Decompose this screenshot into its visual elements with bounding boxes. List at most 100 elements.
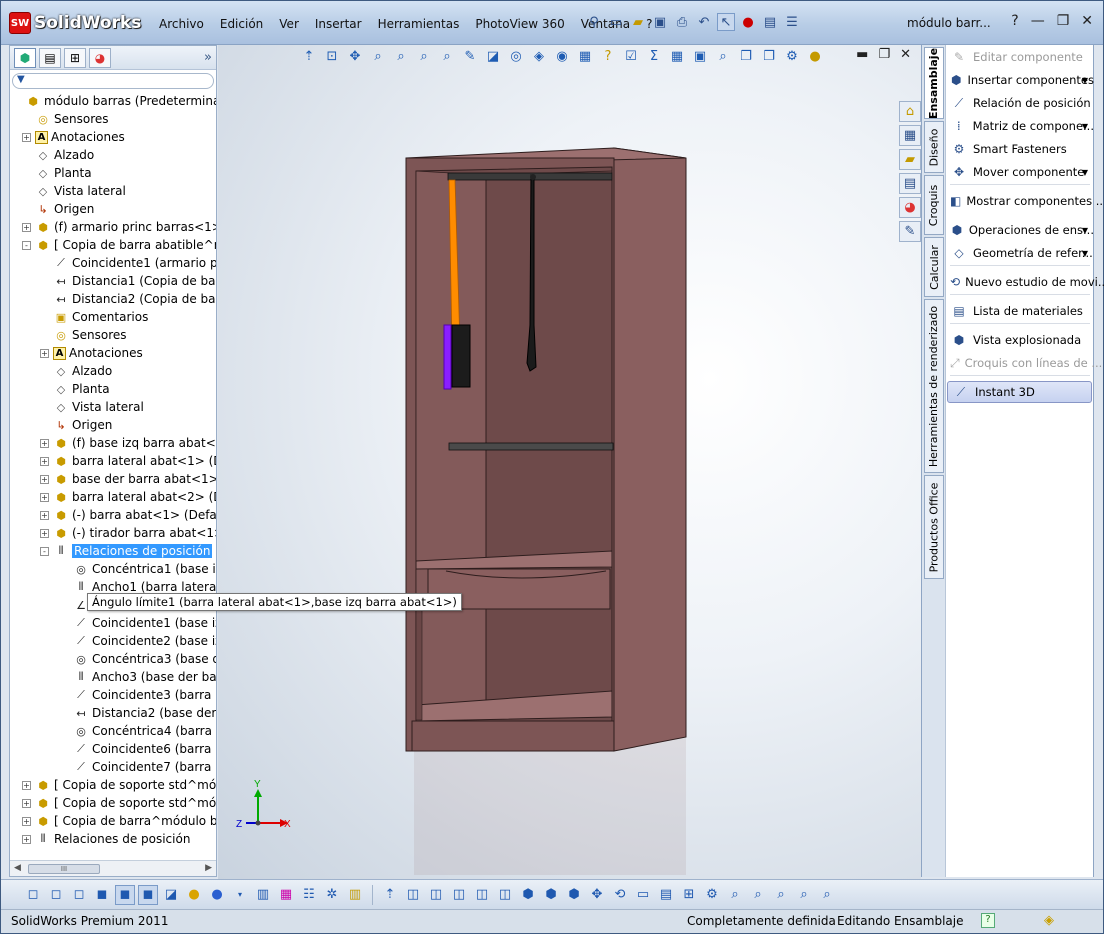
- tree-item[interactable]: ↤ Distancia2 (Copia de bar: [40, 290, 216, 308]
- tree-item[interactable]: ◇ Alzado: [40, 362, 112, 380]
- zoom-to-area-icon[interactable]: ⌕: [771, 885, 791, 905]
- menu-insertar[interactable]: Insertar: [307, 15, 370, 33]
- expand-panel-icon[interactable]: »: [204, 50, 212, 65]
- tree-item[interactable]: ◇ Planta: [40, 380, 110, 398]
- solidworks-logo[interactable]: SW SolidWorks: [9, 11, 141, 35]
- tab-croquis[interactable]: Croquis: [924, 175, 944, 235]
- dimetric-view-icon[interactable]: ⬢: [564, 885, 584, 905]
- new-document-icon[interactable]: ▭: [607, 13, 625, 31]
- tree-item[interactable]: ⬢ módulo barras (Predeterminado<Pre: [12, 92, 216, 110]
- tree-item[interactable]: -⬢ [ Copia de barra abatible^módulo: [22, 236, 216, 254]
- tree-item[interactable]: ▣ Comentarios: [40, 308, 149, 326]
- expand-icon[interactable]: +: [40, 474, 49, 484]
- command-fastener[interactable]: ⚙ Smart Fasteners: [946, 138, 1094, 160]
- zoom-to-selection-icon[interactable]: ⌕: [794, 885, 814, 905]
- scroll-thumb[interactable]: III: [28, 864, 100, 874]
- rebuild-icon[interactable]: ●: [739, 13, 757, 31]
- dropdown-arrow-icon[interactable]: ▼: [1082, 249, 1088, 258]
- pan-view-icon[interactable]: ✥: [587, 885, 607, 905]
- tree-item[interactable]: ◎ Concéntrica4 (barra late: [60, 722, 216, 740]
- menu-ver[interactable]: Ver: [271, 15, 307, 33]
- top-view-icon[interactable]: ◫: [495, 885, 515, 905]
- command-move-component[interactable]: ✥ Mover componente ▼: [946, 161, 1094, 183]
- tree-item[interactable]: + ⬢ barra lateral abat<1> (Default: [40, 452, 216, 470]
- tab-diseno[interactable]: Diseño: [924, 121, 944, 173]
- shaded-icon[interactable]: ◼: [92, 885, 112, 905]
- command-show-components[interactable]: ◧ Mostrar componentes ...: [946, 190, 1104, 212]
- tree-item[interactable]: ◎ Sensores: [22, 110, 108, 128]
- filter-field[interactable]: ▼: [12, 73, 214, 89]
- tree-item[interactable]: + ⬢ (f) base izq barra abat<1> (D: [40, 434, 216, 452]
- status-help-icon[interactable]: ?: [981, 913, 995, 928]
- file-properties-icon[interactable]: ▤: [761, 13, 779, 31]
- command-exploded-view[interactable]: ⬢ Vista explosionada: [946, 329, 1094, 351]
- front-view-icon[interactable]: ◫: [403, 885, 423, 905]
- select-icon[interactable]: ↖: [717, 13, 735, 31]
- quick-tips-icon[interactable]: ◈: [1044, 913, 1054, 928]
- tree-item[interactable]: ◇ Vista lateral: [22, 182, 126, 200]
- right-view-icon[interactable]: ◫: [472, 885, 492, 905]
- zoom-to-fit-icon[interactable]: ⌕: [748, 885, 768, 905]
- rotate-icon[interactable]: ✲: [322, 885, 342, 905]
- tree-item[interactable]: ⟋ Coincidente2 (base izq b: [60, 632, 216, 650]
- appearance-ball-icon[interactable]: ●: [207, 885, 227, 905]
- command-mate[interactable]: ⟋ Relación de posición: [946, 92, 1094, 114]
- scroll-right-icon[interactable]: ▶: [205, 863, 212, 873]
- property-manager-tab-icon[interactable]: ▤: [39, 47, 61, 68]
- open-icon[interactable]: ▰: [629, 13, 647, 31]
- menu-herramientas[interactable]: Herramientas: [370, 15, 468, 33]
- tree-item[interactable]: ⟋ Coincidente7 (barra aba: [60, 758, 216, 776]
- tree-item[interactable]: + ⬢ barra lateral abat<2> (Default: [40, 488, 216, 506]
- tree-item[interactable]: ◎ Concéntrica3 (base der: [60, 650, 216, 668]
- feature-manager-tab-icon[interactable]: ⬢: [14, 47, 36, 68]
- command-motion-study[interactable]: ⟲ Nuevo estudio de movi...: [946, 271, 1104, 293]
- tree-item[interactable]: ⟋ Coincidente1 (base izq b: [60, 614, 216, 632]
- tab-herramientas-renderizado[interactable]: Herramientas de renderizado: [924, 299, 944, 473]
- zoom-in-out-icon[interactable]: ⌕: [725, 885, 745, 905]
- command-reference-geometry[interactable]: ◇ Geometría de refer... ▼: [946, 242, 1094, 264]
- tree-item[interactable]: ◇ Vista lateral: [40, 398, 144, 416]
- tree-item[interactable]: + ⬢ [ Copia de soporte std^módulo: [22, 794, 216, 812]
- tree-item[interactable]: + ⬢ (f) armario princ barras<1> (Defa: [22, 218, 216, 236]
- cabinet-model[interactable]: Y X Z: [218, 45, 921, 879]
- draft-quality-icon[interactable]: ◼: [138, 884, 158, 905]
- display-manager-tab-icon[interactable]: ◕: [89, 47, 111, 68]
- tab-calcular[interactable]: Calcular: [924, 237, 944, 297]
- expand-icon[interactable]: +: [40, 348, 49, 358]
- curvature-icon[interactable]: ▥: [253, 885, 273, 905]
- tree-item[interactable]: ↳ Origen: [40, 416, 112, 434]
- tree-item[interactable]: + ⬢ base der barra abat<1> (Def: [40, 470, 216, 488]
- measure-icon[interactable]: ⌕: [817, 885, 837, 905]
- single-view-icon[interactable]: ▭: [633, 885, 653, 905]
- tree-item[interactable]: ↤ Distancia1 (Copia de bar: [40, 272, 216, 290]
- tree-item[interactable]: + ⬢ (-) tirador barra abat<1> (D: [40, 524, 216, 542]
- dropdown-icon[interactable]: ▾: [230, 885, 250, 905]
- title-help-icon[interactable]: ?: [1011, 13, 1018, 29]
- expand-icon[interactable]: +: [40, 456, 49, 466]
- wireframe-icon[interactable]: ◻: [23, 885, 43, 905]
- configuration-manager-tab-icon[interactable]: ⊞: [64, 47, 86, 68]
- expand-icon[interactable]: +: [40, 492, 49, 502]
- expand-icon[interactable]: +: [22, 780, 31, 790]
- command-edit-component[interactable]: ✎ Editar componente: [946, 46, 1094, 68]
- command-assembly-features[interactable]: ⬢ Operaciones de ens... ▼: [946, 219, 1094, 241]
- shaded-edges-icon[interactable]: ◼: [115, 884, 135, 905]
- tree-item[interactable]: ⫴ Ancho3 (base der barra: [60, 668, 216, 686]
- perspective-icon[interactable]: ◪: [161, 885, 181, 905]
- tree-item[interactable]: + A Anotaciones: [22, 128, 125, 146]
- tree-item[interactable]: ◎ Sensores: [40, 326, 126, 344]
- expand-icon[interactable]: +: [40, 510, 49, 520]
- graphics-area[interactable]: ⇡ ⊡ ✥ ⌕ ⌕ ⌕ ⌕ ✎ ◪ ◎ ◈ ◉ ▦ ? ☑ Σ ▦ ▣ ⌕ ❐ …: [218, 45, 921, 879]
- collapse-icon[interactable]: -: [22, 240, 31, 250]
- trimetric-view-icon[interactable]: ⬢: [541, 885, 561, 905]
- hidden-lines-visible-icon[interactable]: ◻: [46, 885, 66, 905]
- minimize-icon[interactable]: —: [1031, 13, 1045, 29]
- dropdown-arrow-icon[interactable]: ▼: [1082, 226, 1088, 235]
- tree-item[interactable]: ↤ Distancia2 (base der bar: [60, 704, 216, 722]
- two-view-horizontal-icon[interactable]: ▤: [656, 885, 676, 905]
- undo-icon[interactable]: ↶: [695, 13, 713, 31]
- tree-item[interactable]: + ⫴ Relaciones de posición: [22, 830, 190, 848]
- print-icon[interactable]: ⎙: [673, 13, 691, 31]
- menu-edicion[interactable]: Edición: [212, 15, 271, 33]
- tree-item[interactable]: ◎ Concéntrica1 (base izq b: [60, 560, 216, 578]
